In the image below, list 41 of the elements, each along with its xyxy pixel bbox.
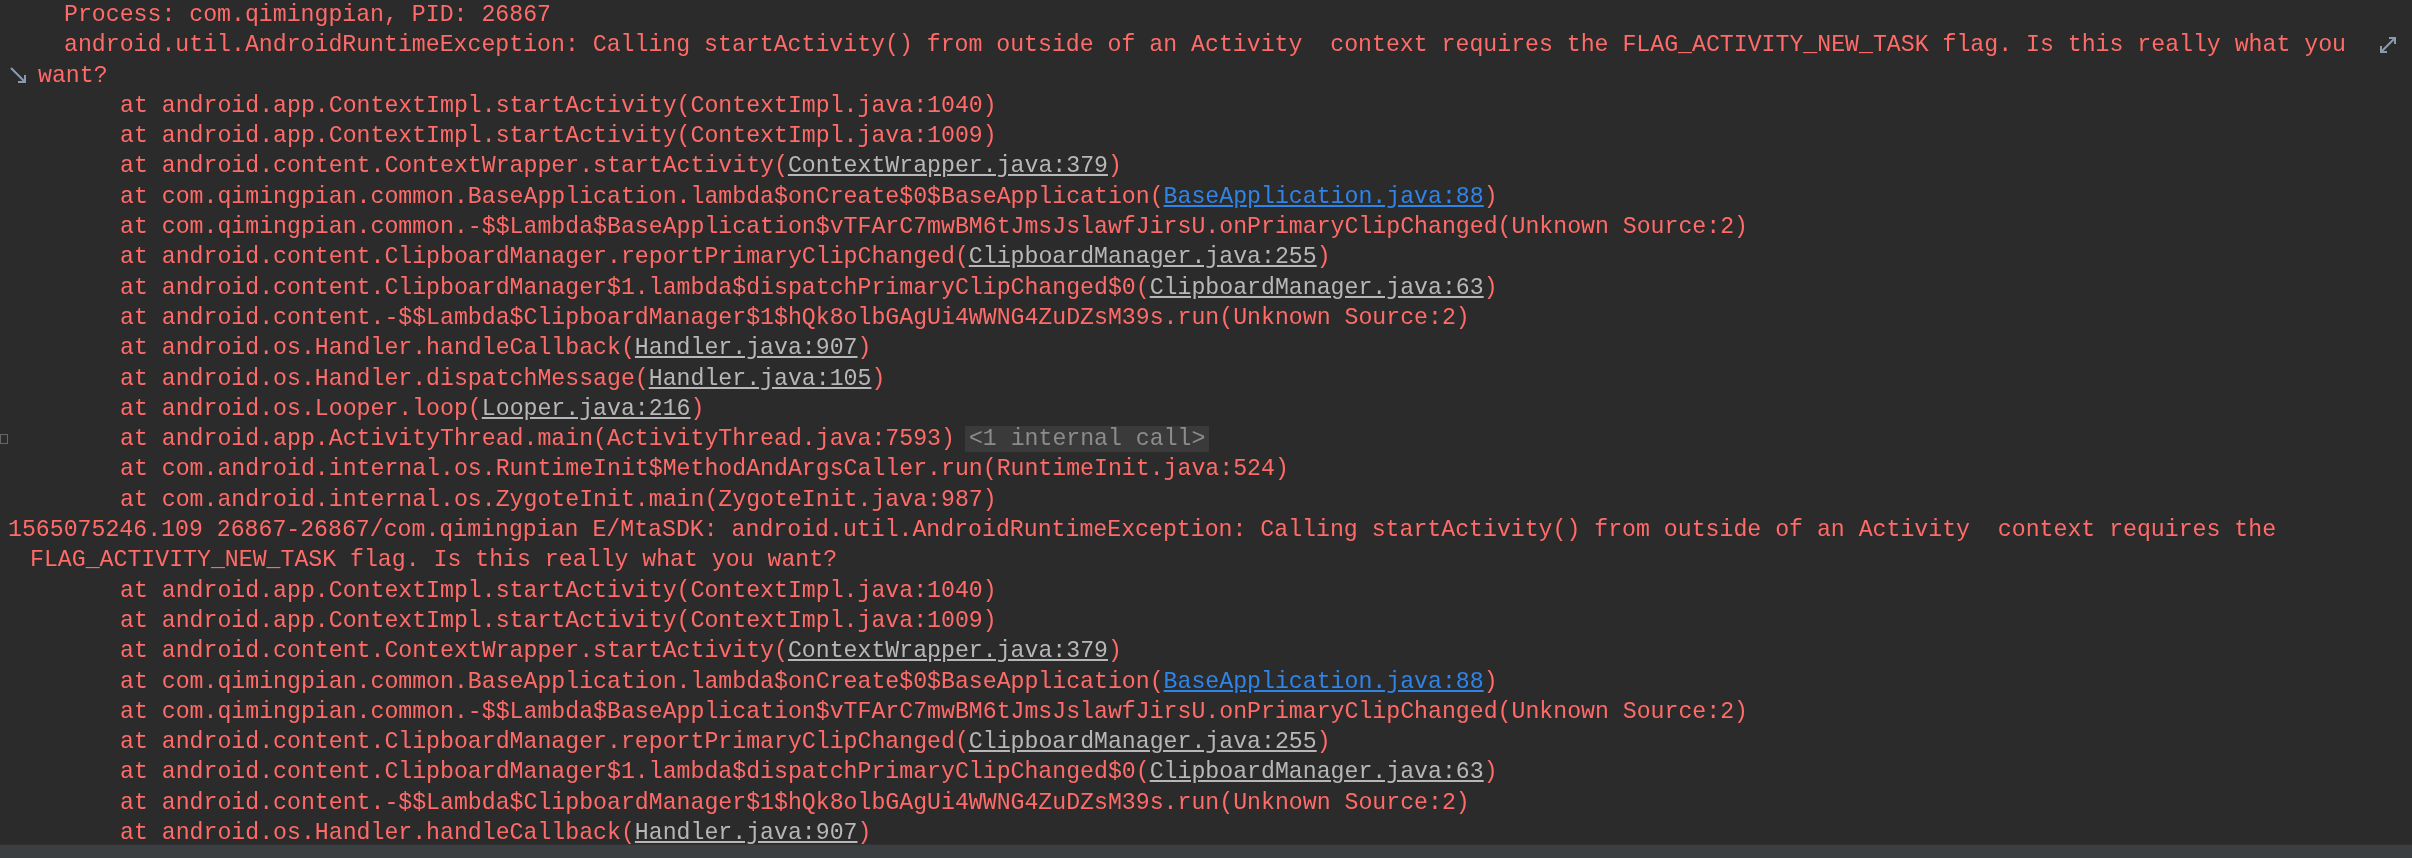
stack-frame: at com.qimingpian.common.BaseApplication.lambda$onCreate$0$BaseApplication(BaseApplication.java:88) [120, 666, 1498, 697]
source-link[interactable]: BaseApplication.java:88 [1163, 183, 1484, 210]
stack-frame: at com.qimingpian.common.-$$Lambda$BaseApplication$vTFArC7mwBM6tJmsJslawfJirsU.onPrimaryClipChanged(Unknown Source:2) [120, 212, 1749, 243]
log-line: FLAG_ACTIVITY_NEW_TASK flag. Is this really what you want? [30, 546, 838, 576]
stack-frame: at android.os.Looper.loop(Looper.java:216) [120, 393, 705, 425]
source-link[interactable]: ClipboardManager.java:255 [968, 244, 1317, 271]
source-link[interactable]: ClipboardManager.java:255 [968, 729, 1317, 756]
stack-frame: at com.android.internal.os.RuntimeInit$MethodAndArgsCaller.run(RuntimeInit.java:524) [120, 454, 1289, 485]
stack-frame: at android.app.ContextImpl.startActivity(ContextImpl.java:1040) [120, 575, 997, 606]
stack-frame: at android.content.ClipboardManager$1.lambda$dispatchPrimaryClipChanged$0(ClipboardManager.java:63) [120, 272, 1498, 303]
source-link[interactable]: Looper.java:216 [481, 395, 691, 422]
stack-frame: at com.qimingpian.common.-$$Lambda$BaseApplication$vTFArC7mwBM6tJmsJslawfJirsU.onPrimaryClipChanged(Unknown Source:2) [120, 696, 1749, 728]
log-line: android.util.AndroidRuntimeException: Calling startActivity() from outside of an Activity context requires the FLAG_ACTIVITY_NEW_TASK flag. Is this really what you [64, 31, 2347, 61]
stack-frame: at android.content.ContextWrapper.startActivity(ContextWrapper.java:379) [120, 636, 1122, 667]
source-link[interactable]: Handler.java:907 [634, 820, 858, 844]
stack-frame: at android.content.-$$Lambda$ClipboardManager$1$hQk8olbGAgUi4WWNG4ZuDZsM39s.run(Unknown Source:2) [120, 787, 1470, 818]
stack-frame: at android.app.ContextImpl.startActivity(ContextImpl.java:1009) [120, 605, 997, 637]
stack-frame: at android.os.Handler.handleCallback(Handler.java:907) [120, 818, 872, 844]
source-link[interactable]: ClipboardManager.java:63 [1149, 274, 1484, 301]
fold-icon[interactable] [0, 434, 8, 445]
stack-frame: at android.content.ContextWrapper.startActivity(ContextWrapper.java:379) [120, 151, 1122, 182]
log-line: Process: com.qimingpian, PID: 26867 [64, 1, 552, 30]
stack-frame: at android.content.ClipboardManager.reportPrimaryClipChanged(ClipboardManager.java:255) [120, 242, 1331, 273]
source-link[interactable]: Handler.java:907 [634, 335, 858, 362]
source-link[interactable]: ContextWrapper.java:379 [787, 638, 1108, 665]
stack-frame: at android.content.-$$Lambda$ClipboardManager$1$hQk8olbGAgUi4WWNG4ZuDZsM39s.run(Unknown Source:2) [120, 302, 1470, 334]
log-line: 1565075246.109 26867-26867/com.qimingpian E/MtaSDK: android.util.AndroidRuntimeException: Calling startActivity() from outside of an Activity context requires the [8, 516, 2277, 546]
stack-frame: at android.content.ClipboardManager.reportPrimaryClipChanged(ClipboardManager.java:255) [120, 727, 1331, 758]
stack-frame: at android.os.Handler.dispatchMessage(Handler.java:105) [120, 363, 886, 394]
source-link[interactable]: Handler.java:105 [648, 365, 872, 392]
stack-frame: at android.app.ContextImpl.startActivity(ContextImpl.java:1009) [120, 121, 997, 152]
stack-frame: at android.app.ContextImpl.startActivity(ContextImpl.java:1040) [120, 90, 997, 122]
source-link[interactable]: ContextWrapper.java:379 [787, 153, 1108, 180]
stack-frame: at com.qimingpian.common.BaseApplication.lambda$onCreate$0$BaseApplication(BaseApplication.java:88) [120, 181, 1498, 213]
stack-frame: at android.app.ActivityThread.main(ActivityThread.java:7593) [120, 424, 955, 455]
log-line: want? [38, 61, 108, 91]
source-link[interactable]: ClipboardManager.java:63 [1149, 759, 1484, 786]
stack-frame: at android.os.Handler.handleCallback(Handler.java:907) [120, 333, 872, 364]
stack-frame: at com.android.internal.os.ZygoteInit.main(ZygoteInit.java:987) [120, 484, 997, 516]
stack-frame: at android.content.ClipboardManager$1.lambda$dispatchPrimaryClipChanged$0(ClipboardManager.java:63) [120, 757, 1498, 788]
source-link[interactable]: BaseApplication.java:88 [1163, 668, 1484, 695]
